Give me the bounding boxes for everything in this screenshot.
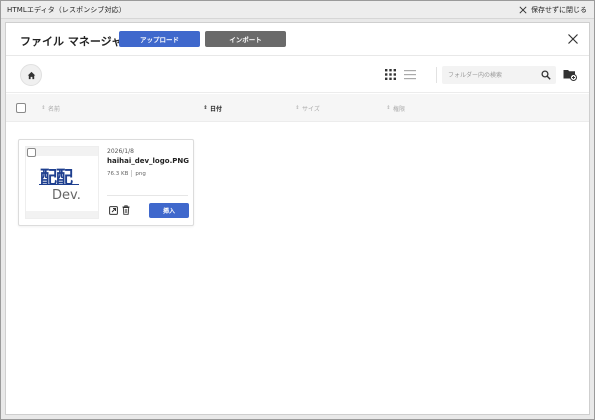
list-view-icon[interactable]	[404, 69, 416, 80]
file-meta: 76.3 KB png	[107, 170, 146, 177]
column-header-permission[interactable]: ⇕ 権限	[386, 104, 406, 114]
sort-icon: ⇕	[41, 105, 46, 111]
file-name: haihai_dev_logo.PNG	[107, 157, 189, 165]
new-folder-icon[interactable]	[563, 68, 577, 81]
grid-view-icon[interactable]	[385, 69, 396, 80]
file-type: png	[135, 170, 146, 177]
select-all-checkbox[interactable]	[16, 103, 26, 113]
file-toolbar	[6, 57, 589, 93]
search-icon[interactable]	[541, 70, 551, 80]
open-external-icon[interactable]	[109, 206, 118, 215]
column-header-date[interactable]: ⇕ 日付	[203, 104, 223, 114]
dialog-title: ファイル マネージャ	[20, 35, 123, 48]
close-without-saving-button[interactable]: 保存せずに閉じる	[519, 4, 587, 16]
import-button[interactable]: インポート	[205, 31, 286, 47]
file-size: 76.3 KB	[107, 170, 129, 177]
file-select-checkbox[interactable]	[27, 148, 36, 157]
folder-search	[442, 66, 556, 84]
insert-button[interactable]: 挿入	[149, 203, 189, 218]
title-bar: HTMLエディタ（レスポンシブ対応） 保存せずに閉じる	[1, 1, 594, 19]
home-icon	[27, 71, 35, 79]
file-card[interactable]: 配配 Dev. 2026/1/8 haihai_dev_logo.PNG 76.…	[18, 139, 194, 226]
file-thumbnail: 配配 Dev.	[25, 146, 99, 219]
app-title: HTMLエディタ（レスポンシブ対応）	[7, 6, 126, 14]
table-header: ⇕ 名前 ⇕ 日付 ⇕ サイズ ⇕ 権限	[6, 94, 589, 122]
thumbnail-logo-subtext: Dev.	[52, 188, 81, 203]
home-button[interactable]	[20, 64, 42, 86]
column-header-size-label: サイズ	[302, 106, 320, 113]
column-header-size[interactable]: ⇕ サイズ	[295, 104, 320, 114]
sort-icon: ⇕	[386, 105, 391, 111]
close-icon	[519, 6, 527, 14]
close-without-saving-label: 保存せずに閉じる	[531, 6, 587, 14]
folder-search-input[interactable]	[448, 69, 534, 81]
file-manager-dialog: ファイル マネージャ アップロード インポート フォルダー内の検索 ⇕ 名前 ⇕…	[5, 22, 590, 415]
dialog-close-icon[interactable]	[567, 33, 579, 45]
dialog-header: ファイル マネージャ アップロード インポート	[6, 23, 589, 56]
column-header-name[interactable]: ⇕ 名前	[41, 104, 61, 114]
app-window: HTMLエディタ（レスポンシブ対応） 保存せずに閉じる ファイル マネージャ ア…	[0, 0, 595, 420]
trash-icon[interactable]	[122, 205, 130, 215]
upload-button[interactable]: アップロード	[119, 31, 200, 47]
file-date: 2026/1/8	[107, 148, 134, 155]
toolbar-divider	[436, 67, 437, 83]
sort-icon: ⇕	[203, 105, 208, 111]
column-header-date-label: 日付	[210, 106, 223, 113]
column-header-permission-label: 権限	[393, 106, 406, 113]
column-header-name-label: 名前	[48, 106, 61, 113]
sort-icon: ⇕	[295, 105, 300, 111]
